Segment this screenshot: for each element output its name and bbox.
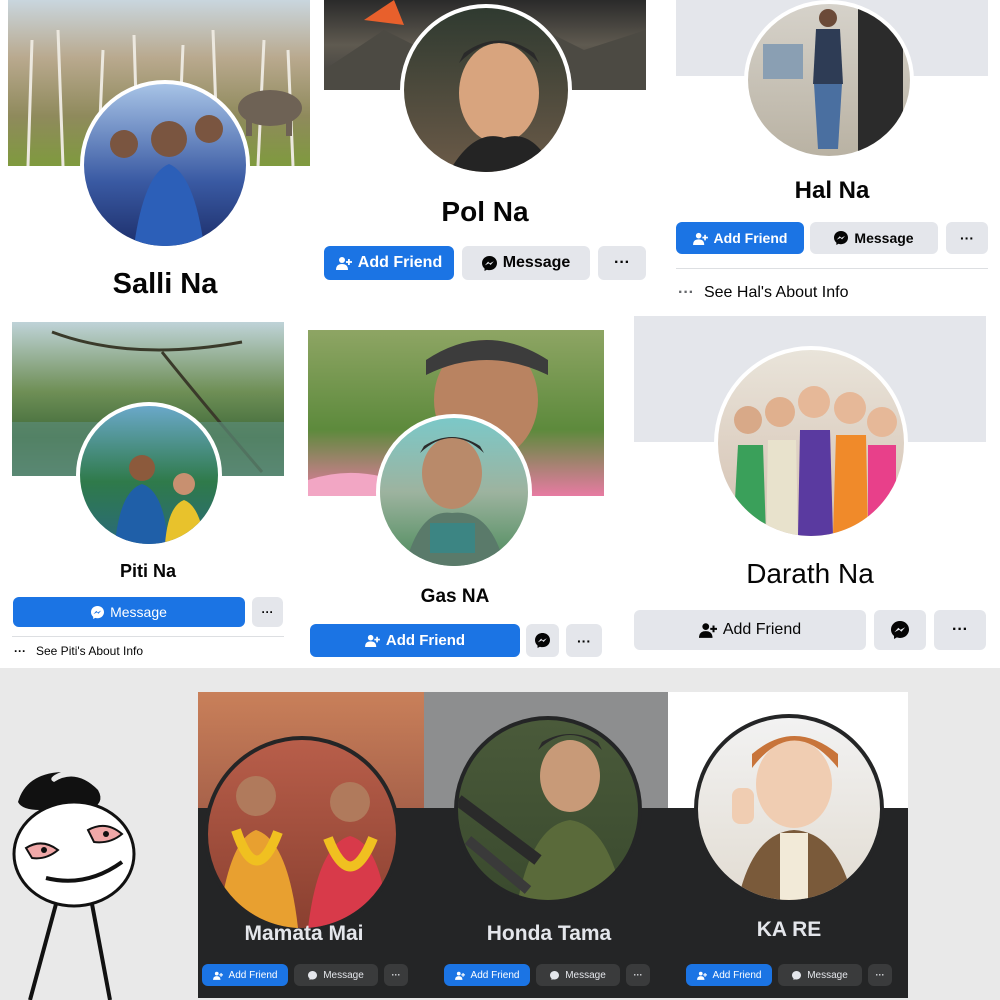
add-friend-label: Add Friend: [712, 969, 762, 981]
profile-name: Salli Na: [112, 268, 218, 300]
profile-name: Piti Na: [119, 561, 176, 581]
profile-name: Gas NA: [420, 586, 490, 607]
profile-name: KA RE: [756, 918, 822, 941]
profile-name: Honda Tama: [486, 922, 612, 945]
person-plus-icon: [335, 256, 352, 270]
message-button[interactable]: Message: [294, 964, 378, 986]
profile-avatar[interactable]: [76, 402, 222, 548]
more-dots-icon: ···: [14, 644, 26, 658]
add-friend-label: Add Friend: [385, 632, 466, 649]
add-friend-button[interactable]: Add Friend: [686, 964, 772, 986]
meme-collage: Salli Na Pol Na Add Friend Message ··· H…: [0, 0, 1000, 1000]
bottom-area: Mamata Mai Add Friend Message ··· Honda …: [0, 668, 1000, 1000]
messenger-icon: [792, 970, 802, 980]
messenger-button[interactable]: [526, 624, 559, 657]
more-dots-icon: ···: [391, 970, 401, 980]
add-friend-label: Add Friend: [357, 254, 443, 271]
add-friend-button[interactable]: Add Friend: [444, 964, 530, 986]
profile-avatar[interactable]: [714, 346, 908, 540]
profile-avatar[interactable]: [376, 414, 532, 570]
more-dots-icon: ···: [577, 632, 591, 649]
person-plus-icon: [364, 634, 380, 647]
messenger-icon: [834, 231, 849, 245]
message-label: Message: [807, 969, 848, 981]
message-label: Message: [110, 604, 167, 620]
profile-panel-hal: Hal Na Add Friend Message ··· ··· See Ha…: [658, 0, 1000, 318]
more-dots-icon: ···: [960, 230, 974, 246]
message-button[interactable]: Message: [462, 246, 590, 280]
more-button[interactable]: ···: [598, 246, 646, 280]
more-button[interactable]: ···: [934, 610, 986, 650]
add-friend-button[interactable]: Add Friend: [634, 610, 866, 650]
profile-panel-salli: Salli Na: [0, 0, 318, 318]
messenger-icon: [550, 970, 560, 980]
profile-panel-piti: Piti Na Message ··· ··· See Piti's About…: [0, 318, 296, 668]
more-button[interactable]: ···: [252, 597, 283, 627]
more-dots-icon: ···: [261, 605, 274, 619]
add-friend-label: Add Friend: [470, 969, 520, 981]
message-label: Message: [502, 254, 571, 271]
messenger-button[interactable]: [874, 610, 926, 650]
message-button[interactable]: Message: [778, 964, 862, 986]
about-info-link[interactable]: ··· See Piti's About Info: [14, 644, 143, 658]
add-friend-label: Add Friend: [722, 621, 802, 638]
more-button[interactable]: ···: [946, 222, 988, 254]
profile-panel-darath: Darath Na Add Friend ···: [616, 312, 1000, 668]
more-dots-icon: ···: [678, 284, 694, 301]
messenger-icon: [891, 621, 909, 639]
profile-name: Hal Na: [794, 177, 870, 204]
more-dots-icon: ···: [952, 621, 968, 638]
person-plus-icon: [698, 622, 717, 638]
add-friend-label: Add Friend: [713, 230, 788, 246]
profile-avatar[interactable]: [80, 80, 250, 250]
profile-avatar[interactable]: [400, 4, 572, 176]
profile-avatar[interactable]: [454, 716, 642, 904]
about-info-label: See Hal's About Info: [703, 284, 849, 301]
messenger-icon: [308, 970, 318, 980]
more-button[interactable]: ···: [626, 964, 650, 986]
message-label: Message: [854, 230, 914, 246]
more-button[interactable]: ···: [384, 964, 408, 986]
messenger-icon: [481, 255, 497, 271]
divider: [676, 268, 988, 269]
add-friend-button[interactable]: Add Friend: [202, 964, 288, 986]
person-plus-icon: [696, 971, 707, 980]
message-button[interactable]: Message: [13, 597, 245, 627]
profile-panel-gas: Gas NA Add Friend ···: [296, 318, 616, 668]
person-plus-icon: [454, 971, 465, 980]
divider: [12, 636, 284, 637]
message-label: Message: [565, 969, 606, 981]
more-dots-icon: ···: [614, 254, 630, 271]
dark-profiles-panel: Mamata Mai Add Friend Message ··· Honda …: [198, 692, 908, 998]
person-plus-icon: [692, 232, 708, 245]
messenger-icon: [535, 633, 550, 648]
add-friend-label: Add Friend: [228, 969, 278, 981]
person-plus-icon: [212, 971, 223, 980]
profile-avatar[interactable]: [744, 0, 914, 160]
messenger-icon: [91, 605, 105, 619]
profile-panel-pol: Pol Na Add Friend Message ···: [318, 0, 658, 318]
message-label: Message: [323, 969, 364, 981]
profile-avatar[interactable]: [204, 736, 400, 932]
profile-name: Pol Na: [441, 196, 529, 227]
more-dots-icon: ···: [633, 970, 643, 980]
meme-character-face-icon: [6, 764, 146, 1000]
profile-avatar[interactable]: [694, 714, 884, 904]
about-info-link[interactable]: ··· See Hal's About Info: [678, 284, 848, 302]
message-button[interactable]: Message: [536, 964, 620, 986]
profile-name: Mamata Mai: [244, 922, 364, 945]
about-info-label: See Piti's About Info: [36, 644, 144, 658]
add-friend-button[interactable]: Add Friend: [310, 624, 520, 657]
add-friend-button[interactable]: Add Friend: [676, 222, 804, 254]
add-friend-button[interactable]: Add Friend: [324, 246, 454, 280]
more-button[interactable]: ···: [566, 624, 602, 657]
more-button[interactable]: ···: [868, 964, 892, 986]
profile-name: Darath Na: [746, 558, 874, 589]
more-dots-icon: ···: [875, 970, 885, 980]
message-button[interactable]: Message: [810, 222, 938, 254]
